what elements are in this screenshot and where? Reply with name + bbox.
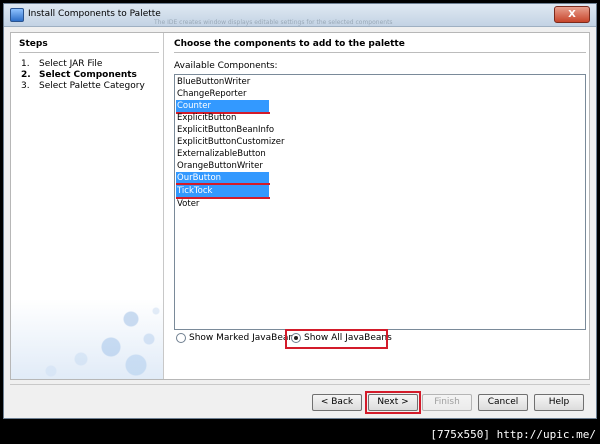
window-title: Install Components to Palette [28,9,161,19]
radio-show-marked-javabeans[interactable]: Show Marked JavaBeans [176,333,299,344]
finish-button: Finish [422,394,472,411]
list-item-bluebuttonwriter[interactable]: BlueButtonWriter [176,76,250,88]
title-bar[interactable]: Install Components to Palette The IDE cr… [4,4,596,27]
available-components-label: Available Components: [174,61,278,71]
step-item-1: 1. Select JAR File [21,59,102,69]
close-button[interactable]: X [554,6,590,23]
panel-divider [174,52,586,53]
step-label: Select Components [39,70,137,80]
wizard-content: Steps 1. Select JAR File 2. Select Compone… [10,32,590,380]
list-item-explicitbutton[interactable]: ExplicitButton [176,112,236,124]
dialog-window: Install Components to Palette The IDE cr… [3,3,597,419]
step-label: Select Palette Category [39,81,145,91]
step-label: Select JAR File [39,59,103,69]
list-item-explicitbuttoncustomizer[interactable]: ExplicitButtonCustomizer [176,136,284,148]
radio-label: Show Marked JavaBeans [189,333,299,343]
step-number: 2. [21,70,31,80]
list-item-counter[interactable]: Counter [176,100,269,112]
step-number: 3. [21,81,30,91]
steps-title: Steps [19,39,48,49]
annotation-box-next [365,391,421,414]
list-item-externalizablebutton[interactable]: ExternalizableButton [176,148,266,160]
list-item-explicitbuttonbeaninfo[interactable]: ExplicitButtonBeanInfo [176,124,274,136]
panel-title: Choose the components to add to the pale… [174,39,405,49]
cancel-button[interactable]: Cancel [478,394,528,411]
help-button[interactable]: Help [534,394,584,411]
components-list[interactable]: BlueButtonWriter ChangeReporter Counter … [174,74,586,330]
list-item-orangebuttonwriter[interactable]: OrangeButtonWriter [176,160,263,172]
app-icon [10,8,24,22]
button-bar-divider [10,384,590,385]
step-item-3: 3. Select Palette Category [21,81,145,91]
watermark-text: [775x550] http://upic.me/ [430,428,596,441]
list-item-ticktock[interactable]: TickTock [176,185,269,197]
radio-unchecked-icon[interactable] [176,333,186,343]
step-number: 1. [21,59,30,69]
title-ghost-text: The IDE creates window displays editable… [154,19,393,26]
step-item-2: 2. Select Components [21,70,137,80]
back-button[interactable]: < Back [312,394,362,411]
annotation-box-show-all [285,329,388,349]
steps-panel: Steps 1. Select JAR File 2. Select Compone… [11,33,164,379]
list-item-voter[interactable]: Voter [176,198,199,210]
components-panel: Choose the components to add to the pale… [171,33,589,379]
close-icon: X [568,9,576,20]
steps-divider [19,52,159,53]
decorative-bubbles-image [11,299,163,379]
list-item-changereporter[interactable]: ChangeReporter [176,88,246,100]
